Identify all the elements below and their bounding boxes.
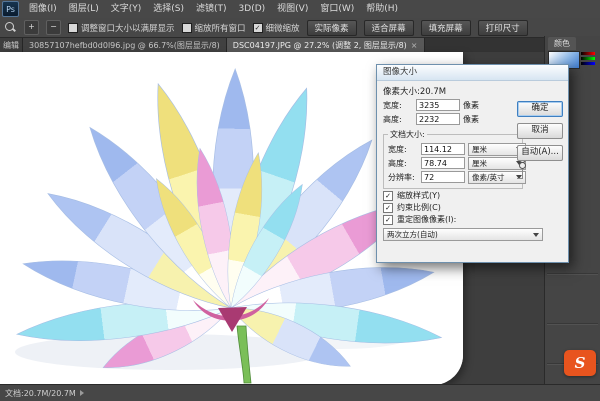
doc-height-input[interactable] [421, 157, 465, 169]
document-size-group: 文档大小: 宽度: 厘米 高度: 厘米 [383, 134, 523, 189]
menu-item-view[interactable]: 视图(V) [271, 0, 314, 18]
resample-image-checkbox[interactable]: ✓ 重定图像像素(I): [383, 214, 515, 225]
scale-styles-checkbox[interactable]: ✓ 缩放样式(Y) [383, 190, 515, 201]
resolution-row: 分辨率: 像素/英寸 [388, 170, 518, 184]
document-tab-bar: 编辑 30857107hefbd0d0l96.jpg @ 66.7%(图层显示/… [0, 38, 545, 52]
resize-window-to-fit-checkbox[interactable]: 调整窗口大小以满屏显示 [68, 22, 175, 34]
watermark-logo: S [564, 350, 596, 376]
menu-item-image[interactable]: 图像(I) [23, 0, 63, 18]
actual-pixels-button[interactable]: 实际像素 [307, 20, 357, 36]
menu-item-3d[interactable]: 3D(D) [233, 0, 272, 18]
menu-item-type[interactable]: 文字(Y) [105, 0, 148, 18]
menu-item-window[interactable]: 窗口(W) [314, 0, 360, 18]
checkbox-label: 缩放样式(Y) [397, 190, 440, 201]
print-size-button[interactable]: 打印尺寸 [478, 20, 528, 36]
constrain-proportions-checkbox[interactable]: ✓ 约束比例(C) [383, 202, 515, 213]
pixel-size-header: 像素大小:20.7M [383, 86, 515, 98]
menu-bar: Ps 图像(I) 图层(L) 文字(Y) 选择(S) 滤镜(T) 3D(D) 视… [0, 0, 600, 19]
panel-divider [547, 323, 598, 325]
checkbox-box[interactable]: ✓ [383, 191, 393, 201]
pixel-height-row: 高度: 像素 [383, 112, 515, 126]
checkbox-box[interactable]: ✓ [383, 203, 393, 213]
zoom-in-button[interactable]: + [24, 20, 39, 35]
checkbox-label: 调整窗口大小以满屏显示 [81, 22, 175, 34]
cancel-button[interactable]: 取消 [517, 123, 563, 139]
resolution-label: 分辨率: [388, 172, 418, 183]
resample-method-dropdown[interactable]: 两次立方(自动) [383, 228, 543, 241]
panel-divider [547, 273, 598, 275]
status-bar: 文档:20.7M/20.7M [0, 384, 600, 401]
zoom-all-windows-checkbox[interactable]: 缩放所有窗口 [182, 22, 246, 34]
status-popup-arrow-icon[interactable] [80, 390, 84, 396]
doc-width-unit: 厘米 [472, 144, 487, 155]
checkbox-label: 细微缩放 [266, 22, 300, 34]
image-size-dialog: 图像大小 像素大小:20.7M 宽度: 像素 高度: 像素 文档大小: 宽度 [376, 64, 569, 263]
document-tab-label: 30857107hefbd0d0l96.jpg @ 66.7%(图层显示/8) [29, 40, 220, 51]
resolution-input[interactable] [421, 171, 465, 183]
doc-width-row: 宽度: 厘米 [388, 142, 518, 156]
menu-item-filter[interactable]: 滤镜(T) [190, 0, 233, 18]
checkbox-box[interactable] [68, 23, 78, 33]
resample-method-value: 两次立方(自动) [387, 229, 438, 240]
fit-screen-button[interactable]: 适合屏幕 [364, 20, 414, 36]
dropdown-caret-icon [533, 233, 539, 237]
document-tab-label: DSC04197.JPG @ 27.2% (调整 2, 图层显示/8) [233, 40, 407, 51]
dialog-buttons: 确定 取消 自动(A)... [517, 101, 563, 161]
dialog-title[interactable]: 图像大小 [377, 65, 568, 81]
photoshop-window: Ps 图像(I) 图层(L) 文字(Y) 选择(S) 滤镜(T) 3D(D) 视… [0, 0, 600, 401]
ok-button[interactable]: 确定 [517, 101, 563, 117]
resolution-unit: 像素/英寸 [472, 172, 505, 183]
tool-options-bar: + − 调整窗口大小以满屏显示 缩放所有窗口 ✓ 细微缩放 实际像素 适合屏幕 … [0, 18, 600, 38]
menu-item-help[interactable]: 帮助(H) [360, 0, 404, 18]
pixel-height-label: 高度: [383, 114, 413, 125]
color-panel-tab[interactable]: 颜色 [548, 37, 576, 50]
magnifier-handle-icon [12, 28, 16, 32]
checkbox-label: 重定图像像素(I): [397, 214, 456, 225]
scrubby-zoom-checkbox[interactable]: ✓ 细微缩放 [253, 22, 300, 34]
fill-screen-button[interactable]: 填充屏幕 [421, 20, 471, 36]
dialog-left-column: 像素大小:20.7M 宽度: 像素 高度: 像素 文档大小: 宽度: [383, 86, 515, 241]
menu-item-layer[interactable]: 图层(L) [63, 0, 105, 18]
close-tab-icon[interactable]: × [411, 41, 418, 50]
doc-height-label: 高度: [388, 158, 418, 169]
document-size-header: 文档大小: [388, 129, 427, 140]
document-tab-1[interactable]: 30857107hefbd0d0l96.jpg @ 66.7%(图层显示/8) [23, 38, 227, 52]
zoom-out-button[interactable]: − [46, 20, 61, 35]
pixel-width-row: 宽度: 像素 [383, 98, 515, 112]
pixel-width-unit: 像素 [463, 100, 479, 111]
dialog-body: 像素大小:20.7M 宽度: 像素 高度: 像素 文档大小: 宽度: [377, 81, 568, 246]
zoom-tool-icon[interactable] [4, 21, 17, 34]
pixel-height-input[interactable] [416, 113, 460, 125]
watermark-letter: S [575, 354, 586, 372]
red-slider[interactable] [581, 52, 595, 55]
checkbox-label: 约束比例(C) [397, 202, 441, 213]
checkbox-box[interactable]: ✓ [253, 23, 263, 33]
docked-panel-fragment[interactable]: 编辑 [0, 38, 23, 52]
pixel-width-input[interactable] [416, 99, 460, 111]
blue-slider[interactable] [581, 62, 595, 65]
checkbox-box[interactable] [182, 23, 192, 33]
auto-button[interactable]: 自动(A)... [517, 145, 563, 161]
doc-height-row: 高度: 厘米 [388, 156, 518, 170]
doc-width-label: 宽度: [388, 144, 418, 155]
green-slider[interactable] [581, 57, 595, 60]
document-tab-2[interactable]: DSC04197.JPG @ 27.2% (调整 2, 图层显示/8) × [227, 38, 425, 52]
doc-height-unit: 厘米 [472, 158, 487, 169]
photoshop-logo-icon: Ps [2, 1, 19, 17]
doc-width-input[interactable] [421, 143, 465, 155]
checkbox-box[interactable]: ✓ [383, 215, 393, 225]
pixel-height-unit: 像素 [463, 114, 479, 125]
pixel-width-label: 宽度: [383, 100, 413, 111]
document-size-status: 文档:20.7M/20.7M [5, 388, 76, 399]
menu-item-select[interactable]: 选择(S) [147, 0, 190, 18]
checkbox-label: 缩放所有窗口 [195, 22, 246, 34]
